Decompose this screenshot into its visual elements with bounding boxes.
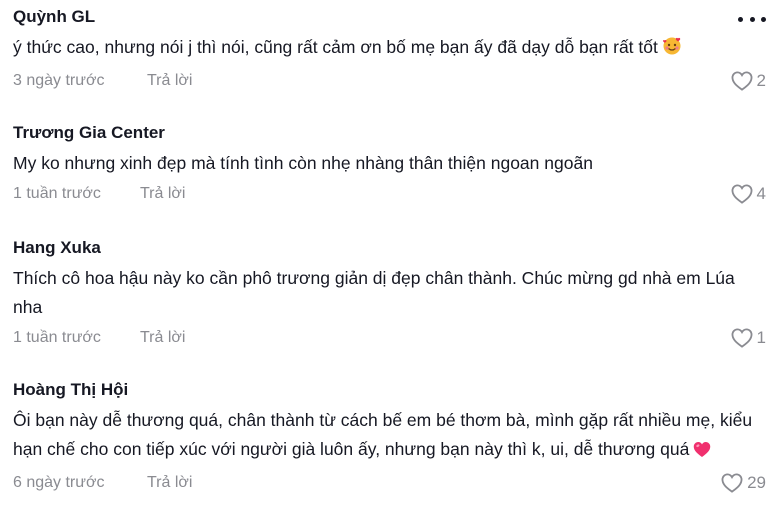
- like-button[interactable]: 1: [731, 325, 766, 351]
- comment-author[interactable]: Trương Gia Center: [13, 122, 766, 144]
- heart-outline-icon: [731, 71, 752, 91]
- comment-item: Quỳnh GL ý thức cao, nhưng nói j thì nói…: [13, 6, 766, 94]
- comment-text: Ôi bạn này dễ thương quá, chân thành từ …: [13, 410, 753, 459]
- like-count: 29: [747, 473, 766, 492]
- reply-button[interactable]: Trả lời: [140, 325, 185, 351]
- pink-heart-emoji-icon: [693, 438, 711, 467]
- comment-time: 1 tuần trước: [13, 185, 101, 202]
- face-with-hearts-emoji-icon: [662, 36, 682, 65]
- comment-meta: 1 tuần trước Trả lời 1: [13, 325, 766, 351]
- comment-meta: 3 ngày trước Trả lời 2: [13, 68, 766, 94]
- comment-author[interactable]: Hang Xuka: [13, 237, 766, 259]
- like-count: 1: [756, 328, 766, 347]
- comment-item: Trương Gia Center My ko nhưng xinh đẹp m…: [13, 122, 766, 207]
- heart-outline-icon: [721, 473, 743, 493]
- heart-outline-icon: [731, 184, 752, 204]
- comment-item: Hang Xuka Thích cô hoa hậu này ko cần ph…: [13, 237, 766, 351]
- comment-text-wrapper: ý thức cao, nhưng nói j thì nói, cũng rấ…: [13, 33, 766, 65]
- comment-author[interactable]: Hoàng Thị Hội: [13, 379, 766, 401]
- comment-time: 3 ngày trước: [13, 72, 105, 89]
- reply-button[interactable]: Trả lời: [147, 470, 192, 496]
- like-button[interactable]: 2: [731, 68, 766, 94]
- like-count: 2: [756, 71, 766, 90]
- comment-text: Thích cô hoa hậu này ko cần phô trương g…: [13, 268, 735, 317]
- comment-text: My ko nhưng xinh đẹp mà tính tình còn nh…: [13, 153, 593, 173]
- reply-button[interactable]: Trả lời: [147, 68, 192, 94]
- comment-time: 6 ngày trước: [13, 474, 105, 491]
- comment-item: Hoàng Thị Hội Ôi bạn này dễ thương quá, …: [13, 379, 766, 496]
- comment-meta: 1 tuần trước Trả lời 4: [13, 181, 766, 207]
- comment-text: ý thức cao, nhưng nói j thì nói, cũng rấ…: [13, 37, 658, 57]
- reply-button[interactable]: Trả lời: [140, 181, 185, 207]
- heart-outline-icon: [731, 328, 752, 348]
- more-options-icon[interactable]: [738, 12, 766, 26]
- like-count: 4: [756, 184, 766, 203]
- comment-author[interactable]: Quỳnh GL: [13, 6, 766, 28]
- like-button[interactable]: 4: [731, 181, 766, 207]
- comment-time: 1 tuần trước: [13, 329, 101, 346]
- comment-text-wrapper: Ôi bạn này dễ thương quá, chân thành từ …: [13, 406, 766, 467]
- comment-meta: 6 ngày trước Trả lời 29: [13, 470, 766, 496]
- like-button[interactable]: 29: [721, 470, 766, 496]
